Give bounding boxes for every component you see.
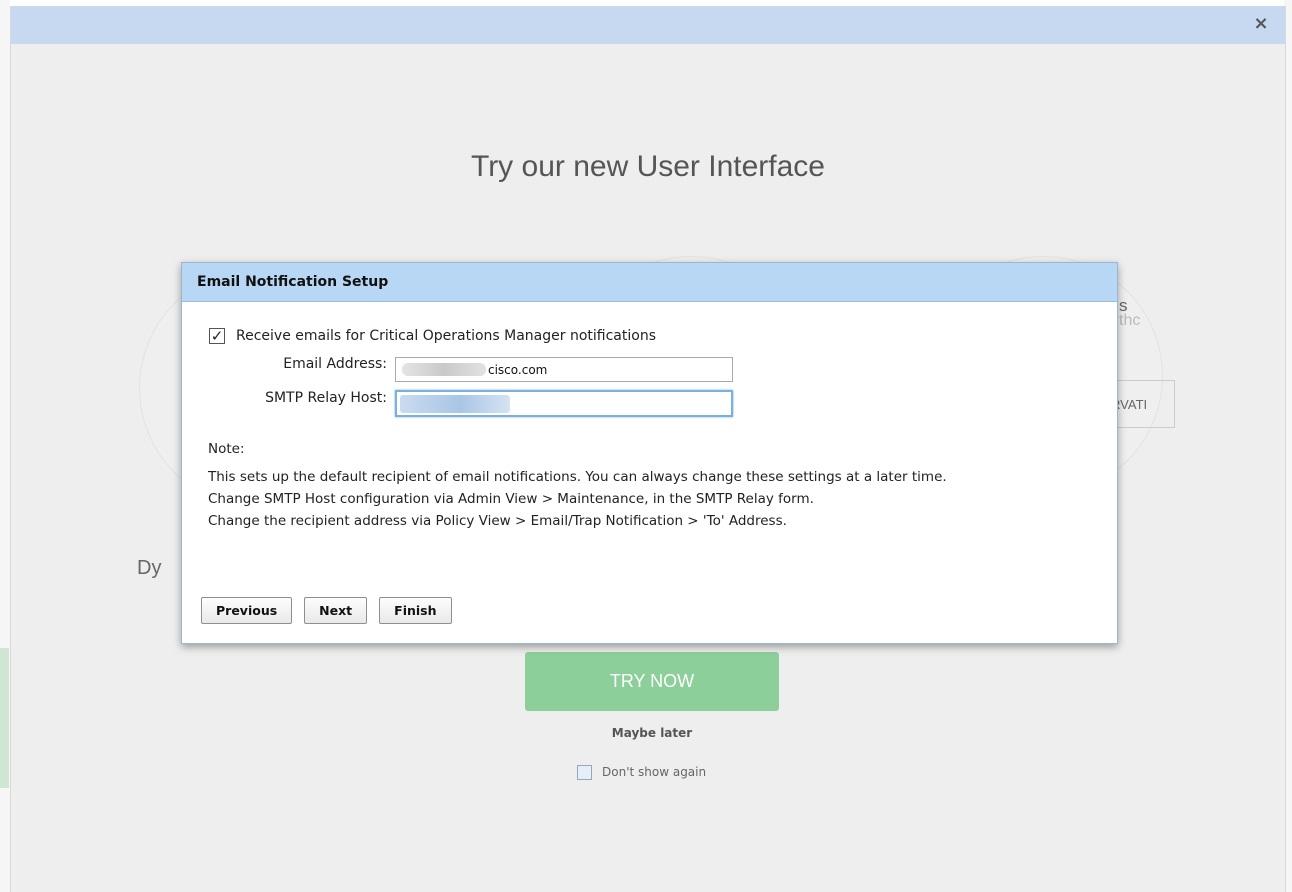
maybe-later-link[interactable]: Maybe later: [525, 726, 779, 740]
feature-right-subtext-fragment: thc: [1119, 312, 1141, 329]
dont-show-label: Don't show again: [602, 765, 707, 779]
smtp-relay-host-label: SMTP Relay Host:: [265, 390, 387, 406]
email-notification-setup-dialog: Email Notification Setup ✓ Receive email…: [181, 262, 1118, 644]
redacted-email-local-part: [402, 363, 486, 376]
dialog-title: Email Notification Setup: [182, 263, 1117, 302]
note-section: Note: This sets up the default recipient…: [208, 438, 1108, 532]
note-line-2: Change SMTP Host configuration via Admin…: [208, 491, 814, 507]
dialog-button-row: Previous Next Finish: [201, 597, 464, 624]
checkmark-icon: ✓: [210, 327, 224, 345]
finish-button[interactable]: Finish: [379, 597, 452, 624]
try-now-button[interactable]: TRY NOW: [525, 652, 779, 711]
receive-emails-label: Receive emails for Critical Operations M…: [236, 328, 656, 344]
background-app-left-edge: [0, 0, 10, 892]
redacted-smtp-host-value: [400, 394, 510, 413]
email-address-field[interactable]: cisco.com: [395, 357, 733, 382]
note-title: Note:: [208, 441, 245, 457]
promo-title: Try our new User Interface: [470, 150, 825, 183]
receive-emails-checkbox[interactable]: ✓: [209, 328, 225, 344]
smtp-relay-host-field[interactable]: [395, 390, 733, 417]
note-line-1: This sets up the default recipient of em…: [208, 469, 947, 485]
dont-show-checkbox-box[interactable]: [577, 764, 592, 780]
note-line-3: Change the recipient address via Policy …: [208, 513, 787, 529]
promo-header-bar: ×: [11, 6, 1285, 44]
email-address-value: cisco.com: [488, 362, 548, 377]
background-green-stripe: [0, 648, 9, 788]
dialog-body: ✓ Receive emails for Critical Operations…: [182, 302, 1117, 643]
close-icon[interactable]: ×: [1251, 14, 1271, 34]
email-address-label: Email Address:: [283, 356, 387, 372]
next-button[interactable]: Next: [304, 597, 368, 624]
dont-show-again-checkbox[interactable]: Don't show again: [577, 763, 706, 781]
previous-button[interactable]: Previous: [201, 597, 293, 624]
receive-emails-checkbox-row[interactable]: ✓ Receive emails for Critical Operations…: [209, 328, 656, 344]
feature-left-heading-fragment: Dy: [137, 557, 162, 579]
